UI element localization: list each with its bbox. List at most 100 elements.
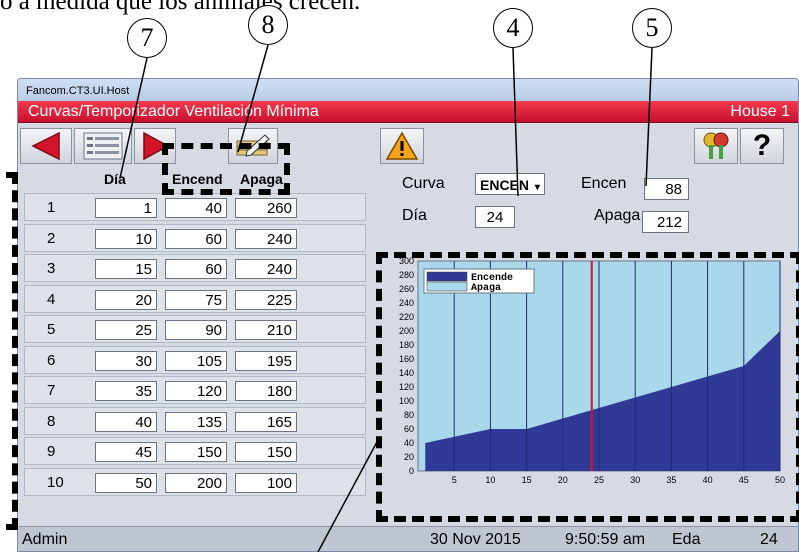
dia-cell[interactable]: 15 [95, 259, 157, 279]
row-number: 6 [47, 351, 56, 369]
x-tick-label: 25 [594, 475, 604, 485]
dia-cell[interactable]: 35 [95, 381, 157, 401]
apaga-cell[interactable]: 165 [235, 411, 297, 432]
apaga-cell[interactable]: 240 [235, 228, 297, 249]
apaga-cell[interactable]: 195 [235, 350, 297, 371]
col-header-apaga: Apaga [240, 171, 283, 187]
y-tick-label: 140 [399, 368, 414, 378]
curva-value: ENCEN [480, 177, 530, 193]
y-tick-label: 200 [399, 326, 414, 336]
encend-cell[interactable]: 90 [165, 320, 227, 340]
alarm-button[interactable] [380, 128, 424, 164]
status-date: 30 Nov 2015 [430, 531, 521, 548]
y-tick-label: 80 [404, 410, 414, 420]
toolbar: ? [18, 124, 798, 166]
x-tick-label: 10 [485, 475, 495, 485]
encend-cell[interactable]: 150 [165, 442, 227, 462]
curve-chart: 5 10 15 20 25 30 35 40 45 50 0 20 40 60 80 100 120 140 160… [399, 256, 785, 485]
apaga-cell[interactable]: 210 [235, 320, 297, 340]
dia-cell[interactable]: 50 [95, 472, 157, 493]
manual-figure: o a medida que los animales crecen. 7 8 … [0, 0, 799, 552]
x-tick-label: 50 [775, 475, 785, 485]
table-row: 8 40 135 165 [24, 406, 366, 435]
y-tick-label: 240 [399, 298, 414, 308]
y-tick-label: 100 [399, 396, 414, 406]
encend-cell[interactable]: 75 [165, 289, 227, 310]
keys-button[interactable] [694, 128, 738, 164]
dia-cell[interactable]: 10 [95, 228, 157, 249]
callout-7: 7 [127, 18, 167, 58]
apaga-cell[interactable]: 240 [235, 259, 297, 279]
row-number: 9 [47, 443, 56, 460]
encend-cell[interactable]: 135 [165, 411, 227, 432]
edit-table-button[interactable] [228, 128, 278, 164]
curve-table: Día Encend Apaga 1 1 40 260 2 10 60 240 3 15 60 240… [18, 169, 373, 539]
keys-icon [703, 132, 729, 159]
dia-cell[interactable]: 20 [95, 289, 157, 310]
dia-cell[interactable]: 40 [95, 411, 157, 432]
back-button[interactable] [20, 128, 72, 164]
encend-cell[interactable]: 200 [165, 472, 227, 493]
encend-cell[interactable]: 60 [165, 259, 227, 279]
encen-value: 88 [644, 178, 689, 200]
y-tick-label: 180 [399, 340, 414, 350]
legend-label: Apaga [471, 283, 501, 294]
house-label[interactable]: House 1 [730, 103, 790, 121]
x-tick-label: 20 [558, 475, 568, 485]
table-row: 6 30 105 195 [24, 345, 366, 374]
row-number: 2 [47, 229, 56, 247]
apaga-cell[interactable]: 100 [235, 472, 297, 493]
col-header-dia: Día [104, 171, 126, 187]
table-row: 7 35 120 180 [24, 376, 366, 404]
curve-panel: Curva ENCEN ▾ Día 24 Encen 88 Apaga 212 … [378, 169, 798, 537]
y-tick-label: 300 [399, 256, 414, 266]
encend-cell[interactable]: 120 [165, 381, 227, 401]
dia-cell[interactable]: 1 [95, 198, 157, 218]
apaga-cell[interactable]: 150 [235, 442, 297, 462]
help-button[interactable]: ? [740, 128, 784, 164]
title-bar: Curvas/Temporizador Ventilación Mínima H… [18, 101, 798, 123]
encend-cell[interactable]: 40 [165, 198, 227, 218]
y-tick-label: 60 [404, 424, 414, 434]
app-window: Fancom.CT3.UI.Host Curvas/Temporizador V… [17, 78, 799, 552]
callout-5: 5 [632, 8, 672, 48]
row-number: 1 [47, 199, 56, 216]
highlight-table [0, 172, 18, 530]
apaga-label: Apaga [594, 207, 641, 224]
help-icon: ? [752, 129, 772, 162]
encend-cell[interactable]: 60 [165, 228, 227, 249]
row-number: 10 [47, 473, 64, 491]
table-row: 4 20 75 225 [24, 284, 366, 313]
row-number: 3 [47, 260, 56, 277]
dia-cell[interactable]: 30 [95, 350, 157, 371]
list-icon [83, 132, 123, 160]
row-number: 4 [47, 290, 56, 308]
curva-select[interactable]: ENCEN ▾ [475, 173, 545, 195]
y-tick-label: 260 [399, 284, 414, 294]
y-tick-label: 0 [409, 466, 414, 476]
list-button[interactable] [74, 128, 132, 164]
status-user: Admin [22, 531, 68, 548]
dia-field[interactable]: 24 [475, 206, 515, 228]
dia-cell[interactable]: 25 [95, 320, 157, 340]
y-tick-label: 220 [399, 312, 414, 322]
host-title: Fancom.CT3.UI.Host [18, 79, 798, 101]
row-number: 8 [47, 412, 56, 430]
y-tick-label: 40 [404, 438, 414, 448]
y-tick-label: 120 [399, 382, 414, 392]
x-tick-label: 30 [630, 475, 640, 485]
table-row: 3 15 60 240 [24, 254, 366, 282]
encend-cell[interactable]: 105 [165, 350, 227, 371]
apaga-cell[interactable]: 180 [235, 381, 297, 401]
forward-button[interactable] [134, 128, 176, 164]
y-tick-label: 20 [404, 452, 414, 462]
apaga-cell[interactable]: 225 [235, 289, 297, 310]
status-age-label: Eda [672, 531, 701, 548]
table-row: 9 45 150 150 [24, 437, 366, 465]
dia-cell[interactable]: 45 [95, 442, 157, 462]
x-tick-label: 15 [522, 475, 532, 485]
dia-label: Día [402, 207, 427, 224]
x-tick-label: 35 [666, 475, 676, 485]
apaga-cell[interactable]: 260 [235, 198, 297, 218]
page-title: Curvas/Temporizador Ventilación Mínima [28, 102, 319, 120]
